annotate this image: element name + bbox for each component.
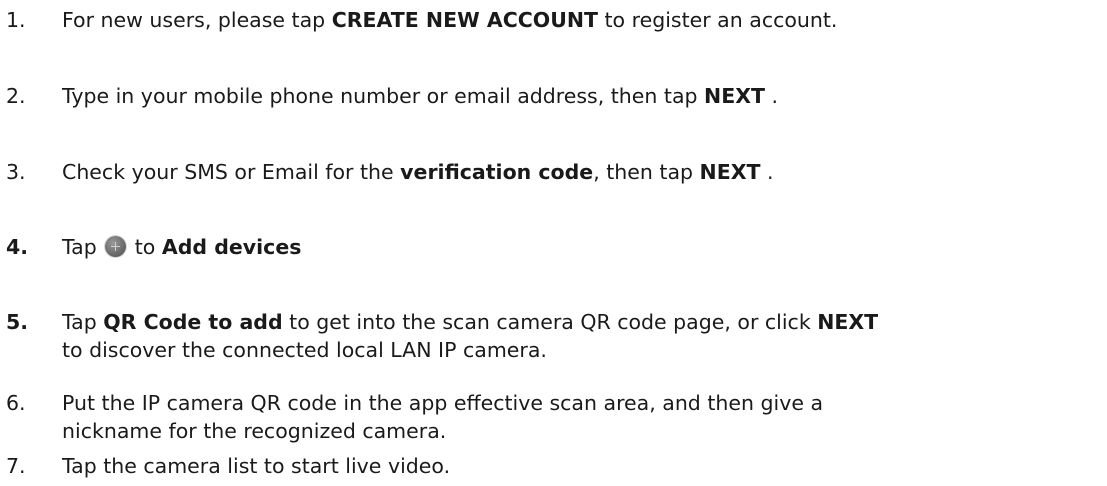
step-text: Tap QR Code to add to get into the scan … <box>62 307 1107 363</box>
emphasis-next: NEXT <box>699 160 761 184</box>
step-number: 3. <box>6 160 26 184</box>
step-text-line-2: to discover the connected local LAN IP c… <box>62 338 547 362</box>
step-number: 7. <box>6 454 26 478</box>
step-text: For new users, please tap CREATE NEW ACC… <box>62 8 838 32</box>
step-text-line-1: Put the IP camera QR code in the app eff… <box>62 391 824 415</box>
step-text: Type in your mobile phone number or emai… <box>62 84 779 108</box>
step-number: 1. <box>6 8 26 32</box>
emphasis-create-new-account: CREATE NEW ACCOUNT <box>331 8 598 32</box>
step-text: Tap the camera list to start live video. <box>62 454 451 478</box>
add-circle-icon <box>105 236 127 257</box>
step-text: Tap to Add devices <box>62 235 302 259</box>
step-number: 5. <box>6 310 29 334</box>
step-number: 4. <box>6 235 29 259</box>
emphasis-next: NEXT <box>817 310 879 334</box>
step-text: Check your SMS or Email for the verifica… <box>62 160 774 184</box>
emphasis-next: NEXT <box>704 84 765 108</box>
emphasis-qr-code-to-add: QR Code to add <box>103 310 283 334</box>
step-text-line-2: nickname for the recognized camera. <box>62 419 447 443</box>
step-number: 6. <box>6 391 26 415</box>
step-number: 2. <box>6 84 26 108</box>
emphasis-verification-code: verification code <box>400 160 594 184</box>
step-text: Put the IP camera QR code in the app eff… <box>62 388 1107 444</box>
emphasis-add-devices: Add devices <box>161 235 302 259</box>
